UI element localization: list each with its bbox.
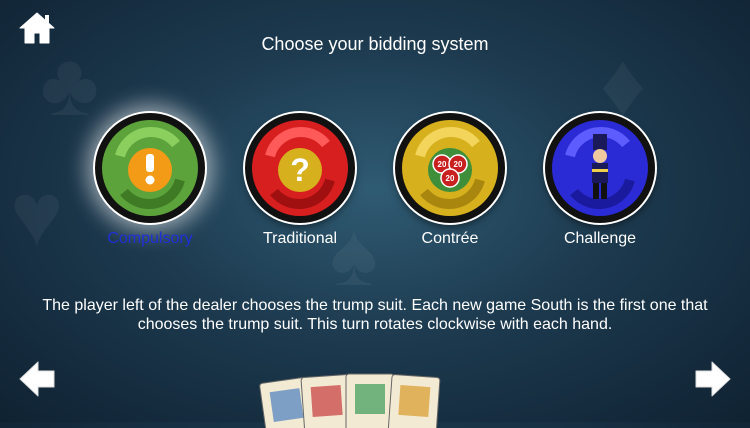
page-title: Choose your bidding system	[261, 34, 489, 54]
background-spade-icon: ♠	[330, 205, 378, 305]
chip-value-text: 20	[446, 174, 455, 183]
exclamation-icon	[102, 120, 198, 216]
option-label-traditional: Traditional	[262, 230, 338, 247]
nutcracker-icon	[552, 120, 648, 216]
question-icon: ?	[252, 120, 348, 216]
chip-value-text: 20	[454, 160, 463, 169]
option-label-compulsory: Compulsory	[107, 230, 193, 247]
background-heart-icon: ♥	[10, 165, 64, 265]
description-text: The player left of the dealer chooses th…	[42, 297, 708, 333]
chip-value-text: 20	[438, 160, 447, 169]
option-label-challenge: Challenge	[563, 230, 637, 247]
next-button[interactable]	[694, 360, 732, 398]
option-label-contree: Contrée	[421, 230, 479, 247]
playing-cards-image	[259, 373, 441, 428]
arrow-right-icon	[695, 361, 731, 397]
previous-button[interactable]	[18, 360, 56, 398]
svg-text:?: ?	[290, 152, 310, 188]
arrow-left-icon	[19, 361, 55, 397]
chips-icon: 20 20 20	[402, 120, 498, 216]
